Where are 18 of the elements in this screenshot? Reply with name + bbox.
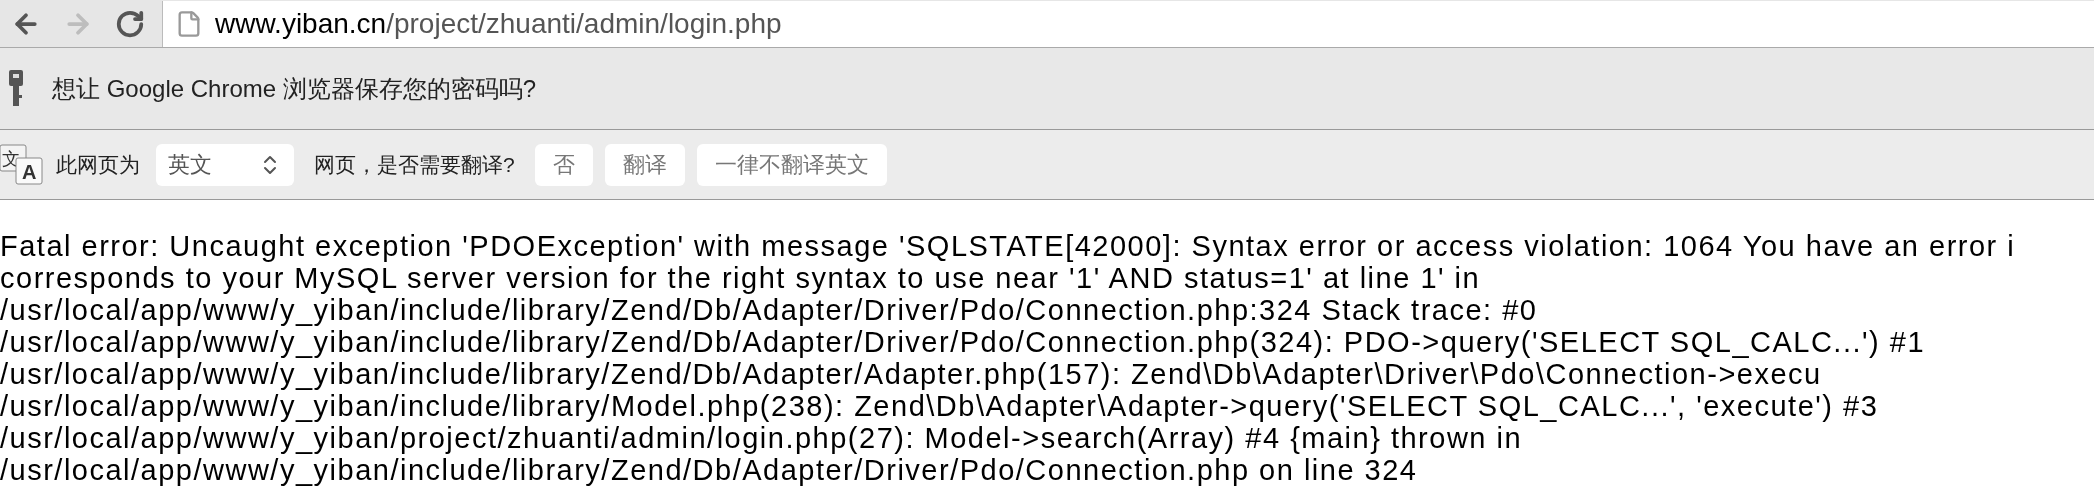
error-text-line: /usr/local/app/www/y_yiban/include/library/Zend/Db/Adapter/Driver/Pdo/Connection.php(324): PDO->query('SELECT SQL_CALC...') #1 — [0, 326, 1926, 358]
error-text-line: /usr/local/app/www/y_yiban/include/library/Zend/Db/Adapter/Driver/Pdo/Connection.php:324 Stack trace: #0 — [0, 294, 1538, 326]
error-text-line: Fatal error: Uncaught exception 'PDOException' with message 'SQLSTATE[42000]: Syntax error or access violation: 1064 You have an error i — [0, 230, 2016, 262]
error-text-line: corresponds to your MySQL server version for the right syntax to use near '1' AND status=1' at line 1' in — [0, 262, 1481, 294]
translate-question: 网页，是否需要翻译? — [314, 151, 515, 178]
translate-option-button[interactable]: 否 — [534, 143, 593, 186]
url-text: www.yiban.cn/project/zhuanti/admin/login.php — [215, 6, 782, 41]
key-icon — [8, 68, 24, 109]
translate-option-button[interactable]: 一律不翻译英文 — [696, 143, 887, 186]
error-text-line: /usr/local/app/www/y_yiban/include/library/Model.php(238): Zend\Db\Adapter\Adapter->query('SELECT SQL_CALC...', 'execute') #3 — [0, 390, 1879, 422]
error-text-line: /usr/local/app/www/y_yiban/project/zhuanti/admin/login.php(27): Model->search(Array) #4 {main} thrown in — [0, 422, 1523, 454]
address-bar[interactable]: www.yiban.cn/project/zhuanti/admin/login.php — [162, 0, 2094, 47]
error-text-line: /usr/local/app/www/y_yiban/include/library/Zend/Db/Adapter/Driver/Pdo/Connection.php on line 324 — [0, 454, 1418, 486]
translate-label: 此网页为 — [56, 151, 140, 178]
translate-option-button[interactable]: 翻译 — [604, 143, 685, 186]
language-select[interactable]: 英文 — [156, 143, 294, 186]
password-prompt: 想让 Google Chrome 浏览器保存您的密码吗? — [52, 73, 537, 104]
error-text-line: /usr/local/app/www/y_yiban/include/library/Zend/Db/Adapter/Adapter.php(157): Zend\Db\Adapter\Driver\Pdo\Connection->execu — [0, 358, 1822, 390]
